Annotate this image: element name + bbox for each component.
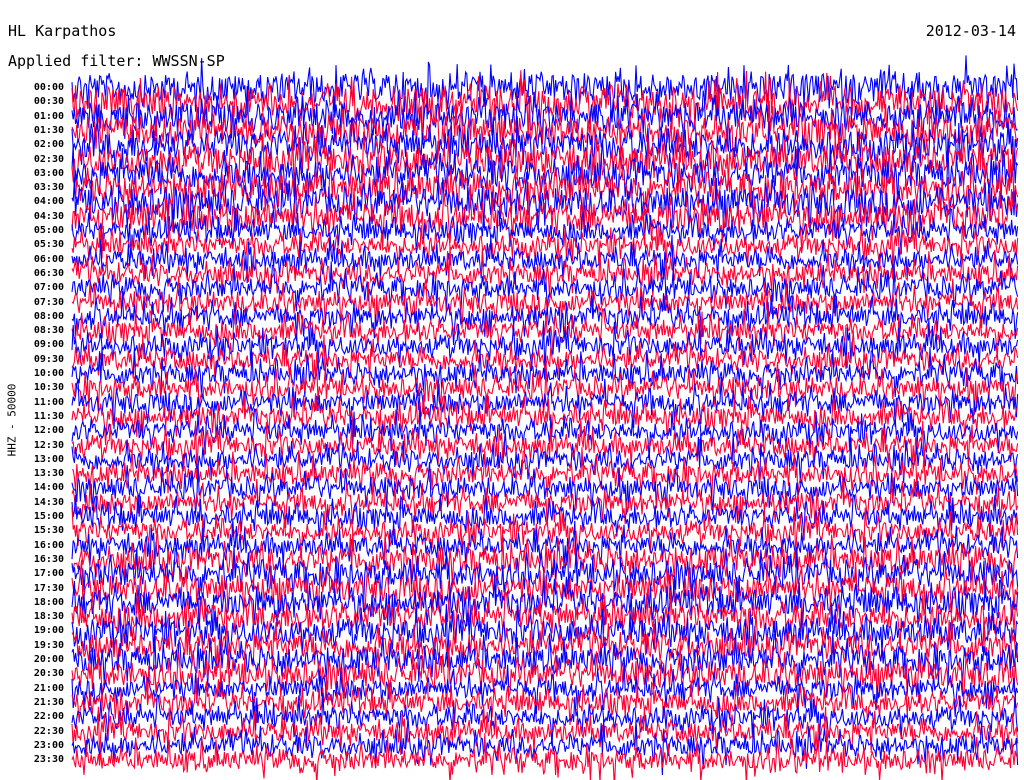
seismogram-plot	[71, 55, 1019, 780]
